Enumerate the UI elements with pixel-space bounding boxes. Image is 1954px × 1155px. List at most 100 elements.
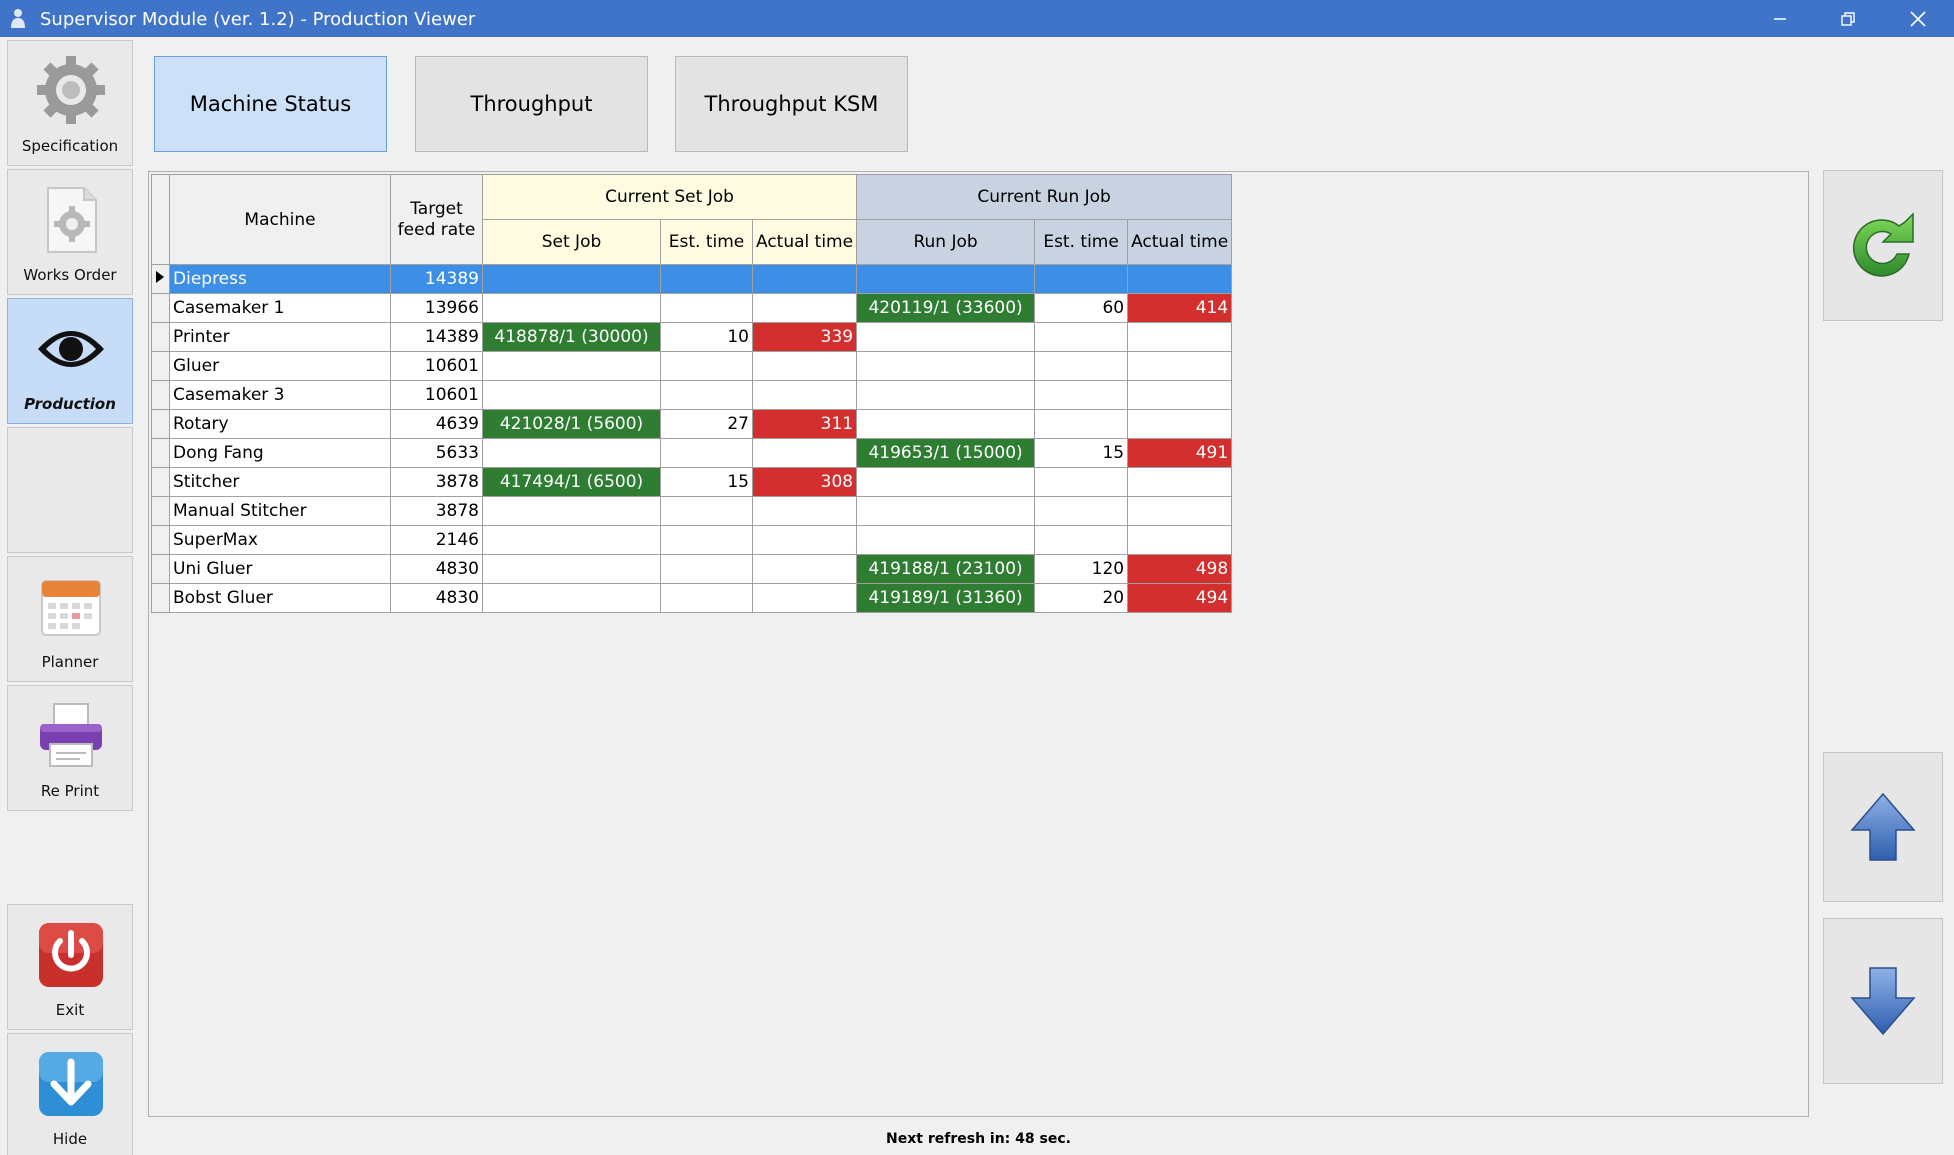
cell-run-est-time[interactable]: 20 [1034, 583, 1129, 613]
table-row[interactable]: Gluer 10601 [151, 351, 1233, 381]
cell-set-est-time[interactable] [660, 554, 753, 584]
cell-run-actual-time[interactable]: 491 [1127, 438, 1233, 468]
cell-run-actual-time[interactable] [1127, 322, 1233, 352]
column-header-run-actual-time[interactable]: Actual time [1127, 219, 1233, 265]
column-header-set-est-time[interactable]: Est. time [660, 219, 753, 265]
cell-set-est-time[interactable]: 15 [660, 467, 753, 497]
cell-machine[interactable]: Casemaker 3 [169, 380, 391, 410]
cell-target-feed-rate[interactable]: 10601 [390, 351, 483, 381]
cell-set-est-time[interactable]: 10 [660, 322, 753, 352]
cell-run-actual-time[interactable]: 494 [1127, 583, 1233, 613]
cell-run-job[interactable]: 419188/1 (23100) [856, 554, 1036, 584]
cell-set-actual-time[interactable]: 311 [751, 409, 858, 439]
column-header-target-feed-rate[interactable]: Target feed rate [390, 174, 483, 265]
row-indicator[interactable] [151, 467, 170, 497]
cell-set-actual-time[interactable]: 339 [751, 322, 858, 352]
cell-target-feed-rate[interactable]: 4830 [390, 583, 483, 613]
cell-run-est-time[interactable] [1034, 467, 1129, 497]
table-row[interactable]: Manual Stitcher 3878 [151, 496, 1233, 526]
close-button[interactable] [1890, 0, 1946, 37]
cell-run-est-time[interactable]: 60 [1034, 293, 1129, 323]
row-indicator[interactable] [151, 525, 170, 555]
tab-throughput-ksm[interactable]: Throughput KSM [675, 56, 908, 152]
cell-set-est-time[interactable] [660, 264, 753, 294]
cell-run-actual-time[interactable] [1127, 409, 1233, 439]
cell-machine[interactable]: Rotary [169, 409, 391, 439]
cell-target-feed-rate[interactable]: 5633 [390, 438, 483, 468]
table-row[interactable]: Stitcher 3878 417494/1 (6500) 15 308 [151, 467, 1233, 497]
cell-run-job[interactable] [856, 496, 1036, 526]
row-indicator[interactable] [151, 380, 170, 410]
cell-target-feed-rate[interactable]: 14389 [390, 264, 483, 294]
row-indicator[interactable] [151, 351, 170, 381]
scroll-up-button[interactable] [1823, 752, 1943, 902]
table-row[interactable]: Diepress 14389 [151, 264, 1233, 294]
cell-set-job[interactable]: 421028/1 (5600) [482, 409, 661, 439]
cell-run-job[interactable] [856, 525, 1036, 555]
cell-run-est-time[interactable] [1034, 322, 1129, 352]
cell-set-actual-time[interactable] [751, 351, 858, 381]
cell-run-job[interactable] [856, 409, 1036, 439]
tab-machine-status[interactable]: Machine Status [154, 56, 387, 152]
cell-run-job[interactable] [856, 351, 1036, 381]
cell-set-actual-time[interactable] [751, 525, 858, 555]
column-header-machine[interactable]: Machine [169, 174, 391, 265]
table-row[interactable]: Bobst Gluer 4830 419189/1 (31360) 20 494 [151, 583, 1233, 613]
table-row[interactable]: Casemaker 3 10601 [151, 380, 1233, 410]
cell-run-actual-time[interactable] [1127, 467, 1233, 497]
cell-run-est-time[interactable] [1034, 525, 1129, 555]
cell-run-actual-time[interactable] [1127, 525, 1233, 555]
table-row[interactable]: Printer 14389 418878/1 (30000) 10 339 [151, 322, 1233, 352]
cell-machine[interactable]: SuperMax [169, 525, 391, 555]
cell-run-actual-time[interactable] [1127, 496, 1233, 526]
cell-run-est-time[interactable] [1034, 496, 1129, 526]
cell-run-est-time[interactable] [1034, 380, 1129, 410]
cell-machine[interactable]: Bobst Gluer [169, 583, 391, 613]
cell-run-actual-time[interactable] [1127, 264, 1233, 294]
cell-set-job[interactable] [482, 496, 661, 526]
cell-set-est-time[interactable]: 27 [660, 409, 753, 439]
nav-works-order[interactable]: Works Order [7, 169, 133, 295]
cell-set-est-time[interactable] [660, 438, 753, 468]
nav-hide[interactable]: Hide [7, 1033, 133, 1155]
cell-set-actual-time[interactable] [751, 496, 858, 526]
cell-set-job[interactable]: 418878/1 (30000) [482, 322, 661, 352]
cell-set-job[interactable] [482, 554, 661, 584]
cell-set-job[interactable] [482, 380, 661, 410]
cell-machine[interactable]: Casemaker 1 [169, 293, 391, 323]
cell-run-job[interactable]: 420119/1 (33600) [856, 293, 1036, 323]
row-indicator[interactable] [151, 264, 170, 294]
cell-set-job[interactable]: 417494/1 (6500) [482, 467, 661, 497]
restore-button[interactable] [1820, 0, 1876, 37]
cell-set-actual-time[interactable] [751, 583, 858, 613]
row-indicator[interactable] [151, 496, 170, 526]
cell-set-job[interactable] [482, 525, 661, 555]
cell-set-job[interactable] [482, 351, 661, 381]
cell-run-est-time[interactable]: 120 [1034, 554, 1129, 584]
cell-set-actual-time[interactable] [751, 264, 858, 294]
cell-run-actual-time[interactable]: 414 [1127, 293, 1233, 323]
cell-run-actual-time[interactable] [1127, 351, 1233, 381]
minimize-button[interactable] [1752, 0, 1808, 37]
cell-run-est-time[interactable] [1034, 409, 1129, 439]
cell-run-job[interactable] [856, 264, 1036, 294]
table-row[interactable]: Uni Gluer 4830 419188/1 (23100) 120 498 [151, 554, 1233, 584]
cell-set-job[interactable] [482, 583, 661, 613]
cell-run-actual-time[interactable] [1127, 380, 1233, 410]
table-row[interactable]: SuperMax 2146 [151, 525, 1233, 555]
nav-production[interactable]: Production [7, 298, 133, 424]
column-header-set-actual-time[interactable]: Actual time [751, 219, 858, 265]
row-indicator[interactable] [151, 293, 170, 323]
cell-target-feed-rate[interactable]: 2146 [390, 525, 483, 555]
cell-target-feed-rate[interactable]: 4830 [390, 554, 483, 584]
cell-run-job[interactable]: 419653/1 (15000) [856, 438, 1036, 468]
row-indicator[interactable] [151, 554, 170, 584]
table-row[interactable]: Rotary 4639 421028/1 (5600) 27 311 [151, 409, 1233, 439]
machine-status-grid[interactable]: Machine Target feed rate Current Set Job… [151, 174, 1233, 613]
refresh-button[interactable] [1823, 170, 1943, 321]
cell-machine[interactable]: Gluer [169, 351, 391, 381]
cell-machine[interactable]: Manual Stitcher [169, 496, 391, 526]
cell-set-est-time[interactable] [660, 380, 753, 410]
row-indicator[interactable] [151, 583, 170, 613]
cell-run-est-time[interactable]: 15 [1034, 438, 1129, 468]
